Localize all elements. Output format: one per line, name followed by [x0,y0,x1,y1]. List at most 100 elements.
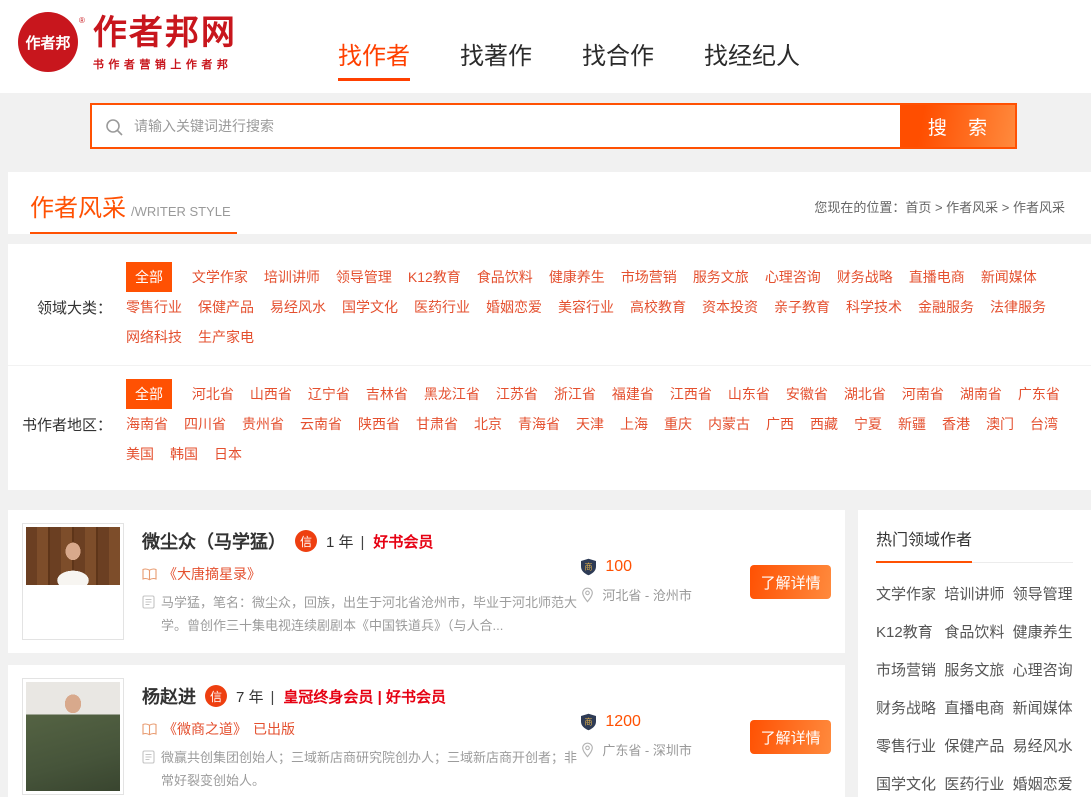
hot-field-tag[interactable]: 医药行业 [944,773,1004,794]
region-tag[interactable]: 青海省 [518,409,560,439]
author-name[interactable]: 杨赵进 [142,683,196,709]
region-tag[interactable]: 辽宁省 [308,379,350,409]
category-tag[interactable]: 资本投资 [702,292,758,322]
category-tag[interactable]: 财务战略 [837,262,893,292]
category-tag[interactable]: K12教育 [408,262,461,292]
region-tag[interactable]: 新疆 [898,409,926,439]
category-tag[interactable]: 服务文旅 [693,262,749,292]
region-tag[interactable]: 吉林省 [366,379,408,409]
region-tag[interactable]: 宁夏 [854,409,882,439]
region-tag[interactable]: 福建省 [612,379,654,409]
region-tag[interactable]: 河北省 [192,379,234,409]
category-tag[interactable]: 健康养生 [549,262,605,292]
detail-button[interactable]: 了解详情 [750,565,831,599]
region-tag[interactable]: 四川省 [184,409,226,439]
site-logo[interactable]: 作者邦 ® 作者邦网 书作者营销上作者邦 [18,12,237,72]
book-title[interactable]: 《微商之道》 [163,719,247,739]
region-tag-all[interactable]: 全部 [126,379,172,409]
hot-field-tag[interactable]: 健康养生 [1013,621,1073,642]
category-tag[interactable]: 亲子教育 [774,292,830,322]
region-tag[interactable]: 内蒙古 [708,409,750,439]
hot-field-tag[interactable]: 新闻媒体 [1013,697,1073,718]
breadcrumb[interactable]: 您现在的位置：首页 > 作者风采 > 作者风采 [814,197,1065,216]
region-tag[interactable]: 北京 [474,409,502,439]
category-tag[interactable]: 易经风水 [270,292,326,322]
hot-field-tag[interactable]: 领导管理 [1013,583,1073,604]
category-tag[interactable]: 国学文化 [342,292,398,322]
hot-field-tag[interactable]: 易经风水 [1013,735,1073,756]
author-avatar[interactable] [22,678,124,795]
category-tag[interactable]: 婚姻恋爱 [486,292,542,322]
category-tag[interactable]: 金融服务 [918,292,974,322]
region-tag[interactable]: 澳门 [986,409,1014,439]
category-tag[interactable]: 市场营销 [621,262,677,292]
category-tag-all[interactable]: 全部 [126,262,172,292]
region-tag[interactable]: 浙江省 [554,379,596,409]
category-tag[interactable]: 新闻媒体 [981,262,1037,292]
region-tag[interactable]: 天津 [576,409,604,439]
hot-field-tag[interactable]: 市场营销 [876,659,936,680]
region-tag[interactable]: 黑龙江省 [424,379,480,409]
category-tag[interactable]: 美容行业 [558,292,614,322]
hot-field-tag[interactable]: 保健产品 [944,735,1004,756]
category-tag[interactable]: 零售行业 [126,292,182,322]
category-tag[interactable]: 保健产品 [198,292,254,322]
region-tag[interactable]: 韩国 [170,439,198,469]
region-tag[interactable]: 湖南省 [960,379,1002,409]
category-tag[interactable]: 食品饮料 [477,262,533,292]
region-tag[interactable]: 台湾 [1030,409,1058,439]
hot-field-tag[interactable]: 心理咨询 [1013,659,1073,680]
author-name[interactable]: 微尘众（马学猛） [142,528,286,554]
region-tag[interactable]: 西藏 [810,409,838,439]
category-tag[interactable]: 文学作家 [192,262,248,292]
hot-field-tag[interactable]: 服务文旅 [944,659,1004,680]
region-tag[interactable]: 香港 [942,409,970,439]
region-tag[interactable]: 云南省 [300,409,342,439]
hot-field-tag[interactable]: 食品饮料 [944,621,1004,642]
hot-field-tag[interactable]: 文学作家 [876,583,936,604]
category-tag[interactable]: 领导管理 [336,262,392,292]
book-title[interactable]: 《大唐摘星录》 [163,564,261,584]
category-tag[interactable]: 网络科技 [126,322,182,352]
category-tag[interactable]: 心理咨询 [765,262,821,292]
region-tag[interactable]: 上海 [620,409,648,439]
region-tag[interactable]: 江西省 [670,379,712,409]
region-tag[interactable]: 江苏省 [496,379,538,409]
region-tag[interactable]: 山西省 [250,379,292,409]
region-tag[interactable]: 海南省 [126,409,168,439]
region-tag[interactable]: 甘肃省 [416,409,458,439]
hot-field-tag[interactable]: K12教育 [876,621,936,642]
category-tag[interactable]: 法律服务 [990,292,1046,322]
search-button[interactable]: 搜 索 [900,105,1015,147]
region-tag[interactable]: 山东省 [728,379,770,409]
region-tag[interactable]: 陕西省 [358,409,400,439]
category-tag[interactable]: 直播电商 [909,262,965,292]
region-tag[interactable]: 贵州省 [242,409,284,439]
region-tag[interactable]: 湖北省 [844,379,886,409]
hot-field-tag[interactable]: 国学文化 [876,773,936,794]
hot-field-tag[interactable]: 婚姻恋爱 [1013,773,1073,794]
category-tag[interactable]: 培训讲师 [264,262,320,292]
category-tag[interactable]: 生产家电 [198,322,254,352]
nav-tab[interactable]: 找合作 [582,36,654,81]
nav-tab[interactable]: 找著作 [460,36,532,81]
category-tag[interactable]: 科学技术 [846,292,902,322]
hot-field-tag[interactable]: 财务战略 [876,697,936,718]
nav-tab[interactable]: 找作者 [338,36,410,81]
region-tag[interactable]: 美国 [126,439,154,469]
region-tag[interactable]: 广西 [766,409,794,439]
region-tag[interactable]: 广东省 [1018,379,1060,409]
nav-tab[interactable]: 找经纪人 [704,36,800,81]
search-input[interactable] [92,105,900,147]
category-tag[interactable]: 高校教育 [630,292,686,322]
region-tag[interactable]: 重庆 [664,409,692,439]
region-tag[interactable]: 河南省 [902,379,944,409]
category-tag[interactable]: 医药行业 [414,292,470,322]
hot-field-tag[interactable]: 直播电商 [944,697,1004,718]
region-tag[interactable]: 日本 [214,439,242,469]
region-tag[interactable]: 安徽省 [786,379,828,409]
hot-field-tag[interactable]: 培训讲师 [944,583,1004,604]
author-avatar[interactable] [22,523,124,640]
hot-field-tag[interactable]: 零售行业 [876,735,936,756]
detail-button[interactable]: 了解详情 [750,720,831,754]
